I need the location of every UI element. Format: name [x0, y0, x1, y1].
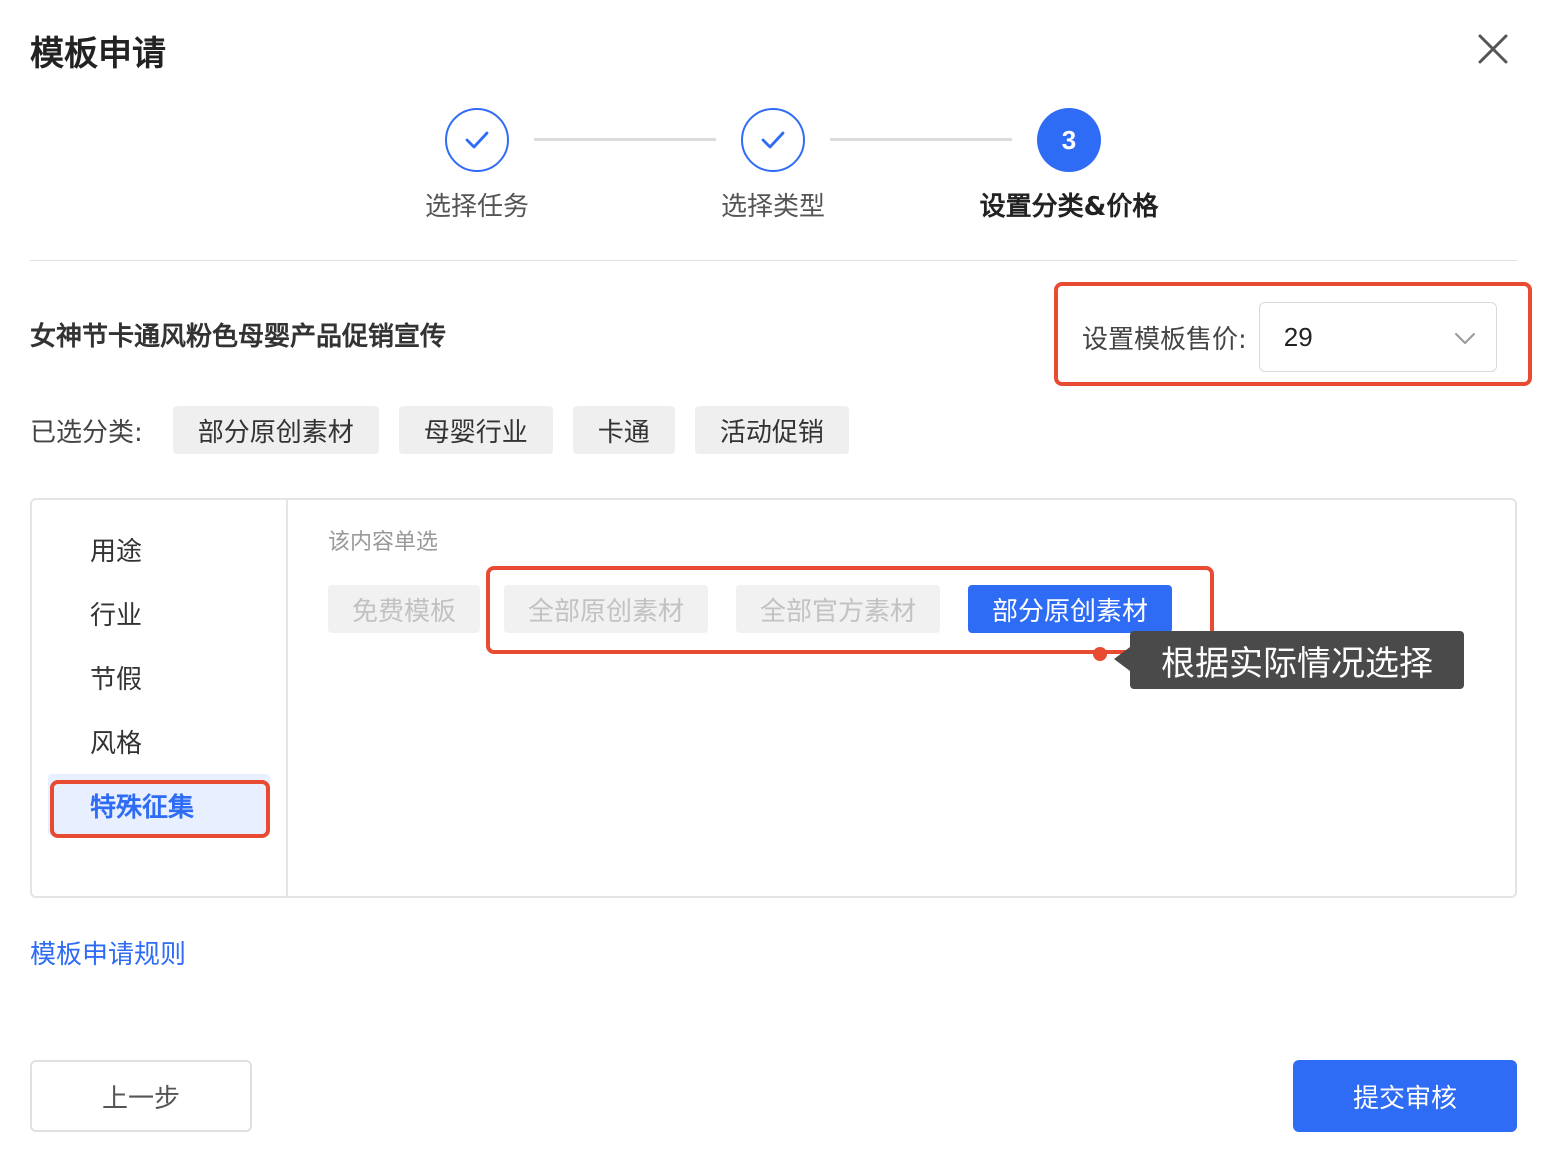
annotation-dot — [1093, 647, 1107, 661]
step-number: 3 — [1037, 108, 1101, 172]
price-select[interactable]: 29 — [1258, 302, 1497, 372]
check-icon — [741, 108, 805, 172]
chevron-down-icon — [1454, 322, 1476, 353]
step-label: 设置分类&价格 — [979, 192, 1159, 222]
sidebar-item-style[interactable]: 风格 — [48, 710, 270, 772]
divider — [30, 260, 1517, 261]
price-label: 设置模板售价: — [1082, 324, 1247, 355]
selected-label: 已选分类: — [30, 417, 143, 448]
rules-link[interactable]: 模板申请规则 — [30, 934, 186, 971]
option-all-official: 全部官方素材 — [736, 585, 941, 633]
option-free-template: 免费模板 — [328, 585, 481, 633]
selected-categories: 已选分类: 部分原创素材 母婴行业 卡通 活动促销 — [30, 406, 869, 454]
selected-tag: 部分原创素材 — [172, 406, 379, 454]
tooltip-arrow — [1114, 647, 1130, 671]
prev-button[interactable]: 上一步 — [30, 1060, 252, 1132]
selected-tag: 卡通 — [572, 406, 675, 454]
option-all-original: 全部原创素材 — [504, 585, 709, 633]
sidebar-item-special-collection[interactable]: 特殊征集 — [48, 774, 270, 836]
close-icon[interactable] — [1474, 30, 1512, 68]
dialog-title: 模板申请 — [30, 34, 166, 74]
price-value: 29 — [1283, 321, 1313, 352]
step-set-category-price: 3 设置分类&价格 — [949, 108, 1189, 223]
check-icon — [445, 108, 509, 172]
option-partial-original[interactable]: 部分原创素材 — [968, 585, 1173, 633]
step-select-task: 选择任务 — [357, 108, 597, 223]
price-row: 设置模板售价: 29 — [1082, 302, 1497, 372]
sidebar-item-holiday[interactable]: 节假 — [48, 646, 270, 708]
sidebar-item-industry[interactable]: 行业 — [48, 582, 270, 644]
selected-tag: 母婴行业 — [398, 406, 553, 454]
sidebar-item-usage[interactable]: 用途 — [48, 518, 270, 580]
category-sidebar: 用途 行业 节假 风格 特殊征集 — [32, 500, 288, 896]
annotation-tooltip: 根据实际情况选择 — [1130, 631, 1464, 689]
step-label: 选择任务 — [424, 192, 529, 222]
step-label: 选择类型 — [720, 192, 825, 222]
template-name: 女神节卡通风粉色母婴产品促销宣传 — [30, 322, 447, 352]
single-select-hint: 该内容单选 — [328, 530, 439, 555]
category-panel: 用途 行业 节假 风格 特殊征集 该内容单选 免费模板 全部原创素材 全部官方素… — [30, 498, 1517, 898]
selected-tag: 活动促销 — [694, 406, 849, 454]
submit-button[interactable]: 提交审核 — [1293, 1060, 1517, 1132]
step-select-type: 选择类型 — [653, 108, 893, 223]
